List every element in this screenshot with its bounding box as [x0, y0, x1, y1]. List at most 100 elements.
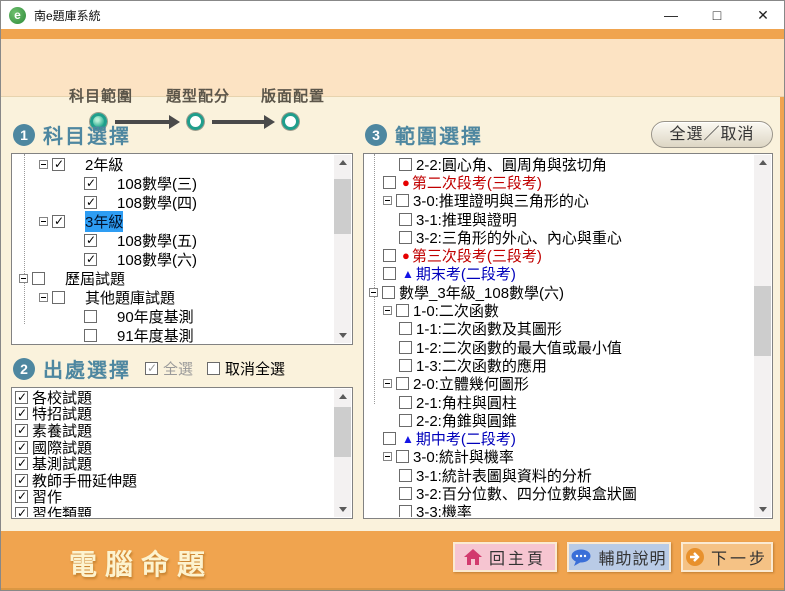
deselect-all-checkbox[interactable] [207, 362, 220, 375]
item-checkbox[interactable] [399, 414, 412, 427]
item-checkbox[interactable] [15, 457, 28, 470]
maximize-button[interactable]: □ [694, 1, 740, 29]
tree-item-label[interactable]: 3-3:機率 [416, 501, 472, 517]
tree-item[interactable]: 其他題庫試題 [13, 288, 334, 307]
tree-item[interactable]: 3年級 [13, 212, 334, 231]
tree-item[interactable]: 3-3:機率 [365, 503, 754, 517]
tree-item-label[interactable]: 108數學(六) [117, 249, 197, 270]
scroll-up-icon[interactable] [334, 155, 351, 171]
item-checkbox[interactable] [15, 490, 28, 503]
item-checkbox[interactable] [15, 407, 28, 420]
tree-item[interactable]: ●第三次段考(三段考) [365, 246, 754, 264]
collapse-minus-icon[interactable] [39, 217, 48, 226]
scroll-up-icon[interactable] [334, 389, 351, 405]
tree-item-label[interactable]: 108數學(三) [117, 173, 197, 194]
range-tree-scrollbar[interactable] [754, 155, 771, 517]
collapse-minus-icon[interactable] [383, 306, 392, 315]
select-all-checkbox[interactable] [145, 362, 158, 375]
collapse-minus-icon[interactable] [383, 452, 392, 461]
home-button[interactable]: 回主頁 [453, 542, 557, 572]
item-checkbox[interactable] [383, 176, 396, 189]
next-step-button[interactable]: 下一步 [681, 542, 773, 572]
item-checkbox[interactable] [15, 424, 28, 437]
tree-item[interactable]: ▲期中考(二段考) [365, 429, 754, 447]
toggle-all-button[interactable]: 全選／取消 [651, 121, 773, 148]
tree-item[interactable]: 2-0:立體幾何圖形 [365, 375, 754, 393]
tree-item[interactable]: 3-2:三角形的外心、內心與重心 [365, 228, 754, 246]
tree-item[interactable]: ▲期末考(二段考) [365, 265, 754, 283]
item-checkbox[interactable] [84, 177, 97, 190]
minimize-button[interactable]: — [648, 1, 694, 29]
tree-item[interactable]: 108數學(四) [13, 193, 334, 212]
subject-tree-scrollbar[interactable] [334, 155, 351, 343]
item-checkbox[interactable] [399, 341, 412, 354]
item-checkbox[interactable] [84, 310, 97, 323]
tree-item[interactable]: 1-1:二次函數及其圖形 [365, 320, 754, 338]
item-checkbox[interactable] [15, 474, 28, 487]
tree-item[interactable]: 90年度基測 [13, 307, 334, 326]
item-checkbox[interactable] [382, 286, 395, 299]
tree-item-label[interactable]: 2年級 [85, 155, 123, 175]
collapse-minus-icon[interactable] [369, 288, 378, 297]
item-checkbox[interactable] [396, 377, 409, 390]
tree-item[interactable]: ●第二次段考(三段考) [365, 173, 754, 191]
source-item-label[interactable]: 習作類題 [32, 503, 92, 517]
item-checkbox[interactable] [399, 359, 412, 372]
item-checkbox[interactable] [399, 396, 412, 409]
scroll-down-icon[interactable] [334, 327, 351, 343]
item-checkbox[interactable] [383, 432, 396, 445]
help-button[interactable]: 輔助說明 [567, 542, 671, 572]
tree-item[interactable]: 108數學(三) [13, 174, 334, 193]
item-checkbox[interactable] [383, 249, 396, 262]
tree-item-label[interactable]: 90年度基測 [117, 306, 194, 327]
item-checkbox[interactable] [15, 441, 28, 454]
collapse-minus-icon[interactable] [39, 160, 48, 169]
source-list-scrollbar[interactable] [334, 389, 351, 517]
item-checkbox[interactable] [399, 231, 412, 244]
tree-item[interactable]: 2-2:角錐與圓錐 [365, 411, 754, 429]
item-checkbox[interactable] [396, 450, 409, 463]
item-checkbox[interactable] [399, 213, 412, 226]
item-checkbox[interactable] [52, 215, 65, 228]
tree-item[interactable]: 3-1:推理與證明 [365, 210, 754, 228]
source-item[interactable]: 習作類題 [13, 505, 334, 517]
item-checkbox[interactable] [399, 322, 412, 335]
tree-item[interactable]: 歷屆試題 [13, 269, 334, 288]
collapse-minus-icon[interactable] [383, 379, 392, 388]
tree-item-label[interactable]: 91年度基測 [117, 325, 194, 343]
item-checkbox[interactable] [396, 304, 409, 317]
collapse-minus-icon[interactable] [39, 293, 48, 302]
tree-item[interactable]: 108數學(六) [13, 250, 334, 269]
scrollbar-thumb[interactable] [334, 407, 351, 457]
item-checkbox[interactable] [396, 194, 409, 207]
deselect-all-option[interactable]: 取消全選 [207, 358, 285, 379]
tree-item-label[interactable]: 3年級 [85, 211, 123, 232]
item-checkbox[interactable] [399, 158, 412, 171]
item-checkbox[interactable] [399, 487, 412, 500]
item-checkbox[interactable] [399, 469, 412, 482]
tree-item-label[interactable]: 108數學(五) [117, 230, 197, 251]
item-checkbox[interactable] [84, 234, 97, 247]
item-checkbox[interactable] [84, 196, 97, 209]
tree-item-label[interactable]: 108數學(四) [117, 192, 197, 213]
tree-item[interactable]: 2年級 [13, 155, 334, 174]
step-circle-2[interactable] [187, 113, 204, 130]
item-checkbox[interactable] [52, 158, 65, 171]
scroll-down-icon[interactable] [754, 501, 771, 517]
tree-item[interactable]: 91年度基測 [13, 326, 334, 343]
collapse-minus-icon[interactable] [19, 274, 28, 283]
tree-item[interactable]: 1-3:二次函數的應用 [365, 356, 754, 374]
step-circle-3[interactable] [282, 113, 299, 130]
tree-item[interactable]: 3-1:統計表圖與資料的分析 [365, 466, 754, 484]
tree-item[interactable]: 數學_3年級_108數學(六) [365, 283, 754, 301]
scroll-down-icon[interactable] [334, 501, 351, 517]
tree-item[interactable]: 1-0:二次函數 [365, 301, 754, 319]
tree-item[interactable]: 2-2:圓心角、圓周角與弦切角 [365, 155, 754, 173]
item-checkbox[interactable] [32, 272, 45, 285]
tree-item[interactable]: 2-1:角柱與圓柱 [365, 393, 754, 411]
tree-item[interactable]: 3-2:百分位數、四分位數與盒狀圖 [365, 484, 754, 502]
tree-item[interactable]: 1-2:二次函數的最大值或最小值 [365, 338, 754, 356]
select-all-option[interactable]: 全選 [145, 358, 193, 379]
tree-item-label[interactable]: 歷屆試題 [65, 268, 125, 289]
item-checkbox[interactable] [15, 507, 28, 517]
